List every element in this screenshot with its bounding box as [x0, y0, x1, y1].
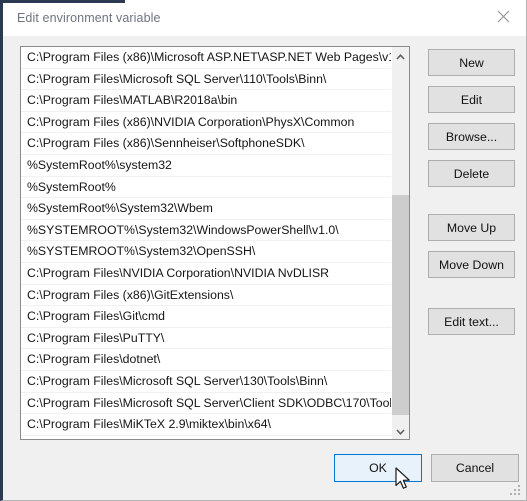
move-up-button[interactable]: Move Up	[428, 214, 515, 241]
list-item[interactable]: C:\Program Files\Microsoft SQL Server\13…	[21, 370, 391, 393]
list-item[interactable]: %SYSTEMROOT%\System32\WindowsPowerShell\…	[21, 219, 391, 242]
list-item[interactable]: C:\Program Files\MATLAB\R2018a\bin	[21, 90, 391, 112]
list-item[interactable]: %SYSTEMROOT%\System32\OpenSSH\	[21, 241, 391, 263]
new-button[interactable]: New	[428, 49, 515, 76]
edit-text-button[interactable]: Edit text...	[428, 308, 515, 335]
list-item[interactable]: C:\Program Files\PuTTY\	[21, 327, 391, 350]
title-bar: Edit environment variable	[3, 0, 526, 36]
listbox-scrollbar[interactable]	[391, 47, 409, 439]
list-item[interactable]: C:\Program Files (x86)\Sennheiser\Softph…	[21, 133, 391, 155]
cancel-button[interactable]: Cancel	[431, 454, 519, 482]
chevron-up-icon	[396, 47, 405, 65]
ok-button[interactable]: OK	[334, 454, 422, 482]
scroll-down-button[interactable]	[392, 422, 409, 439]
list-item[interactable]: C:\Program Files\Microsoft SQL Server\11…	[21, 68, 391, 91]
list-item[interactable]: C:\Program Files (x86)\NVIDIA Corporatio…	[21, 111, 391, 134]
list-item[interactable]: %SystemRoot%	[21, 176, 391, 199]
list-item[interactable]: %SystemRoot%\System32\Wbem	[21, 198, 391, 220]
list-item[interactable]: C:\Program Files (x86)\Microsoft ASP.NET…	[21, 47, 391, 69]
edit-environment-variable-dialog: Edit environment variable C:\Program Fil…	[0, 0, 527, 501]
scrollbar-thumb[interactable]	[392, 195, 409, 415]
dialog-title: Edit environment variable	[17, 11, 161, 25]
list-item[interactable]: C:\Program Files\NVIDIA Corporation\NVID…	[21, 262, 391, 285]
move-down-button[interactable]: Move Down	[428, 251, 515, 278]
edit-button[interactable]: Edit	[428, 86, 515, 113]
browse-button[interactable]: Browse...	[428, 123, 515, 150]
list-item[interactable]: C:\Program Files\Microsoft SQL Server\Cl…	[21, 392, 391, 415]
list-item[interactable]: C:\Program Files\Git\cmd	[21, 306, 391, 328]
resize-grip[interactable]	[510, 485, 522, 497]
delete-button[interactable]: Delete	[428, 160, 515, 187]
close-icon	[497, 10, 510, 23]
list-item[interactable]: C:\Program Files (x86)\GitExtensions\	[21, 284, 391, 307]
close-button[interactable]	[481, 0, 526, 33]
scroll-up-button[interactable]	[392, 47, 409, 64]
list-item[interactable]: C:\Program Files\MiKTeX 2.9\miktex\bin\x…	[21, 414, 391, 436]
list-item[interactable]: C:\usr\bin	[21, 435, 391, 439]
dialog-client-area: C:\Program Files (x86)\Microsoft ASP.NET…	[3, 36, 526, 500]
list-item[interactable]: C:\Program Files\dotnet\	[21, 349, 391, 371]
title-bar-accent	[3, 0, 125, 3]
path-entries-listbox[interactable]: C:\Program Files (x86)\Microsoft ASP.NET…	[20, 46, 410, 440]
list-item[interactable]: %SystemRoot%\system32	[21, 154, 391, 177]
path-entries-rows: C:\Program Files (x86)\Microsoft ASP.NET…	[21, 47, 391, 439]
chevron-down-icon	[396, 422, 405, 440]
